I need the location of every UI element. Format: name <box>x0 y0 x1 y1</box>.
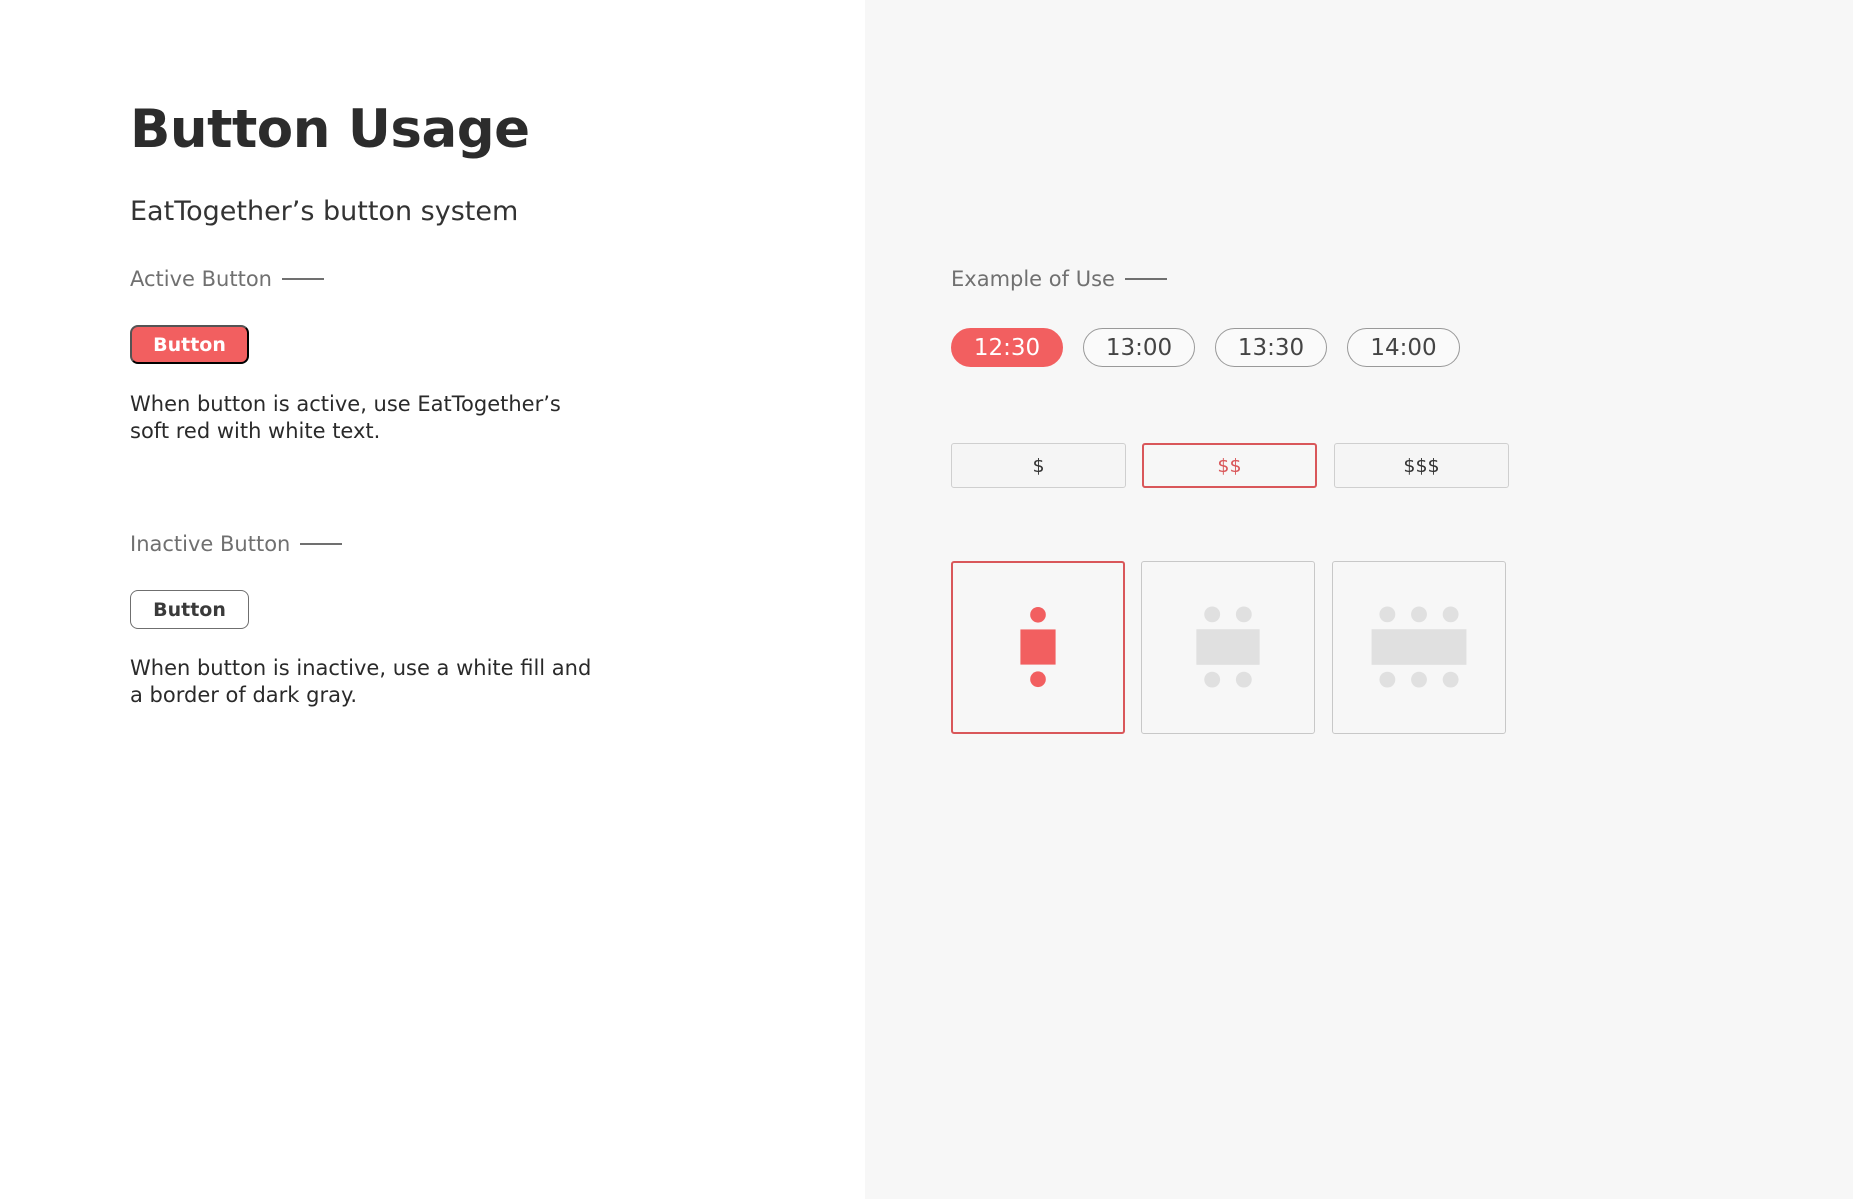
seat-dot <box>1030 671 1046 688</box>
seat-dot <box>1379 606 1396 623</box>
inactive-description-line: a border of dark gray. <box>130 683 358 707</box>
time-slot-14-00-button[interactable]: 14:00 <box>1347 328 1460 367</box>
time-slot-12-30-button[interactable]: 12:30 <box>951 328 1063 367</box>
inactive-button-heading: Inactive Button <box>130 531 343 557</box>
active-button-heading: Active Button <box>130 266 324 292</box>
time-slot-13-00-button[interactable]: 13:00 <box>1083 328 1195 367</box>
example-heading: Example of Use <box>951 266 1167 292</box>
inactive-button-heading-text: Inactive Button <box>130 532 291 556</box>
example-heading-text: Example of Use <box>951 267 1115 291</box>
table-shape <box>1020 629 1056 665</box>
two-person-table-icon <box>1020 606 1056 688</box>
seat-dot <box>1204 671 1221 688</box>
table-shape <box>1196 629 1260 665</box>
heading-rule <box>1124 278 1167 280</box>
seat-dot <box>1235 671 1252 688</box>
heading-rule <box>281 278 324 280</box>
active-description-line: soft red with white text. <box>130 419 381 443</box>
inactive-button-description: When button is inactive, use a white fil… <box>130 655 610 709</box>
seat-dot <box>1442 671 1459 688</box>
table-option-two-seats[interactable] <box>951 561 1125 734</box>
seat-dot <box>1235 606 1252 623</box>
price-level-2-button[interactable]: $$ <box>1142 443 1317 488</box>
four-person-table-icon <box>1196 606 1260 688</box>
active-button-description: When button is active, use EatTogether’s… <box>130 391 610 445</box>
price-level-3-button[interactable]: $$$ <box>1334 443 1509 488</box>
price-level-1-button[interactable]: $ <box>951 443 1126 488</box>
table-shape <box>1371 629 1467 665</box>
active-description-line: When button is active, use EatTogether’s <box>130 392 561 416</box>
six-person-table-icon <box>1371 606 1467 688</box>
seat-dot <box>1204 606 1221 623</box>
heading-rule <box>300 543 343 545</box>
seat-dot <box>1442 606 1459 623</box>
table-option-six-seats[interactable] <box>1332 561 1506 734</box>
active-demo-button[interactable]: Button <box>130 325 249 364</box>
inactive-description-line: When button is inactive, use a white fil… <box>130 656 592 680</box>
table-option-four-seats[interactable] <box>1141 561 1315 734</box>
seat-dot <box>1030 606 1046 623</box>
seat-dot <box>1411 671 1427 688</box>
inactive-demo-button[interactable]: Button <box>130 590 249 629</box>
active-button-heading-text: Active Button <box>130 267 272 291</box>
time-slot-13-30-button[interactable]: 13:30 <box>1215 328 1327 367</box>
seat-dot <box>1379 671 1396 688</box>
page-title: Button Usage <box>130 99 530 160</box>
page-subtitle: EatTogether’s button system <box>130 196 519 227</box>
seat-dot <box>1411 606 1427 623</box>
